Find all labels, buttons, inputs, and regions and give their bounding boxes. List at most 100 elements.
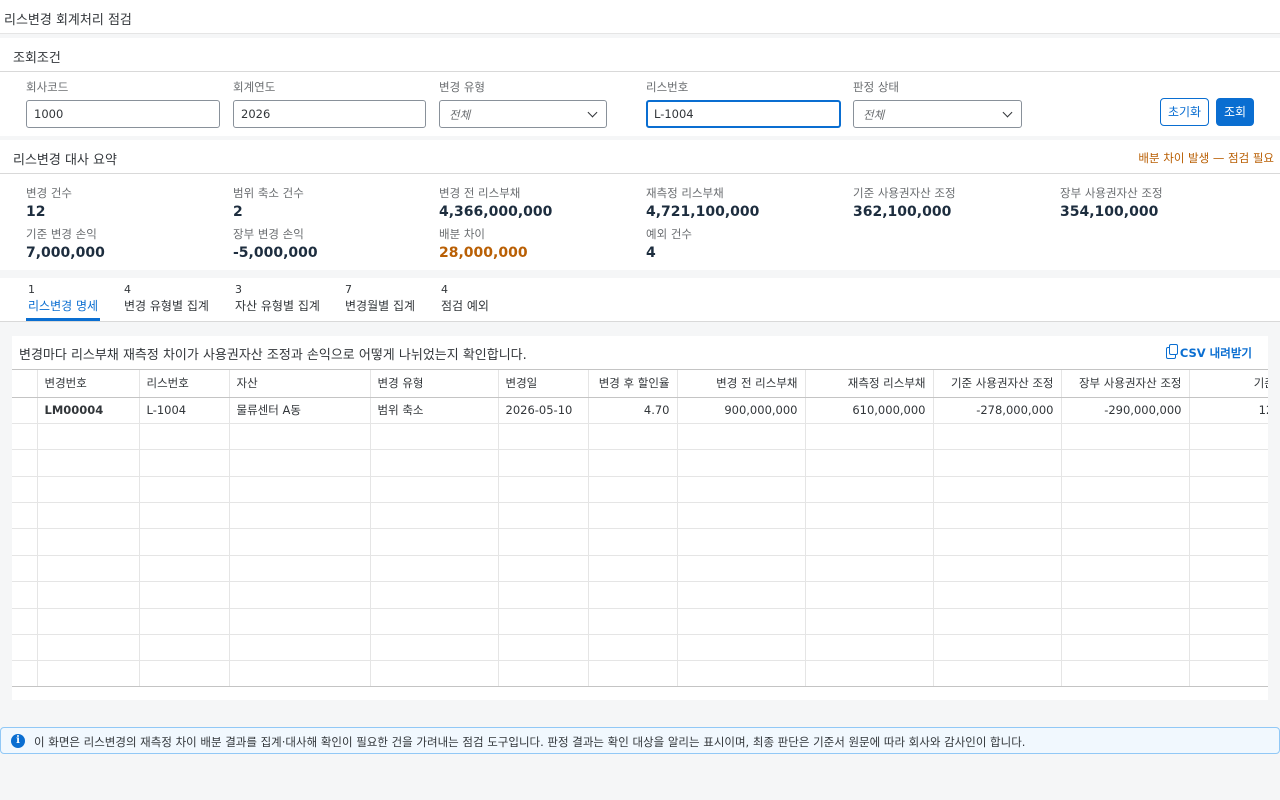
- table-cell: 610,000,000: [805, 397, 934, 424]
- kpi-liability-before: 변경 전 리스부채 4,366,000,000: [439, 185, 552, 220]
- tab-bar: 1 리스변경 명세 4 변경 유형별 집계 3 자산 유형별 집계 7 변경월별…: [0, 278, 1280, 322]
- table-row[interactable]: LM00004 L-1004 물류센터 A동 범위 축소 2026-05-10 …: [12, 397, 1268, 424]
- kpi-value: 362,100,000: [853, 204, 952, 220]
- app-title: 리스변경 회계처리 점검: [4, 13, 132, 28]
- csv-download-label: CSV 내려받기: [1179, 346, 1252, 360]
- reset-button[interactable]: 초기화: [1160, 98, 1209, 126]
- table-cell: L-1004: [139, 397, 230, 424]
- kpi-value: 4,721,100,000: [646, 204, 760, 220]
- table-cell: -278,000,000: [933, 397, 1062, 424]
- tab-exceptions[interactable]: 4 점검 예외: [439, 282, 493, 322]
- column-header[interactable]: 장부 사용권자산 조정: [1061, 370, 1190, 398]
- filter-panel: 조회조건 회사코드 1000 회계연도 2026 변경 유형 전체 리스번호 L…: [0, 38, 1280, 136]
- column-header[interactable]: 기준 사용권자산 조정: [933, 370, 1062, 398]
- tab-count: 3: [235, 283, 242, 296]
- row-selector-header[interactable]: [12, 370, 38, 398]
- tab-active-indicator: [26, 318, 100, 321]
- empty-row: [12, 555, 1268, 583]
- table-cell: 2026-05-10: [498, 397, 589, 424]
- chevron-down-icon: [587, 107, 598, 118]
- company-code-label: 회사코드: [26, 80, 69, 94]
- tab-by-change-month[interactable]: 7 변경월별 집계: [343, 282, 421, 322]
- filter-panel-title: 조회조건: [13, 51, 61, 66]
- kpi-book-gain-loss: 장부 변경 손익 -5,000,000: [233, 226, 318, 261]
- column-header[interactable]: 변경일: [498, 370, 589, 398]
- tab-label: 점검 예외: [441, 299, 489, 313]
- kpi-value: 28,000,000: [439, 245, 528, 261]
- kpi-label: 변경 건수: [26, 186, 72, 200]
- summary-panel: 리스변경 대사 요약 배분 차이 발생 — 점검 필요 변경 건수 12 범위 …: [0, 140, 1280, 270]
- chevron-down-icon: [1002, 107, 1013, 118]
- table-cell: 4.70: [588, 397, 678, 424]
- table-header-row: 변경번호 리스번호 자산 변경 유형 변경일 변경 후 할인율 변경 전 리스부…: [12, 370, 1268, 398]
- tab-by-asset-type[interactable]: 3 자산 유형별 집계: [233, 282, 323, 322]
- kpi-value: -5,000,000: [233, 245, 318, 261]
- tab-label: 자산 유형별 집계: [235, 299, 320, 313]
- kpi-value: 2: [233, 204, 243, 220]
- kpi-change-count: 변경 건수 12: [26, 185, 72, 220]
- tab-lease-change-details[interactable]: 1 리스변경 명세: [26, 282, 100, 322]
- kpi-scope-reduction-count: 범위 축소 건수 2: [233, 185, 304, 220]
- empty-row: [12, 528, 1268, 556]
- kpi-label: 배분 차이: [439, 227, 485, 241]
- table-cell: LM00004: [37, 397, 140, 424]
- tab-label: 변경월별 집계: [345, 299, 416, 313]
- kpi-allocation-difference: 배분 차이 28,000,000: [439, 226, 528, 261]
- kpi-label: 장부 변경 손익: [233, 227, 304, 241]
- table-cell: -290,000,000: [1061, 397, 1190, 424]
- kpi-label: 기준 사용권자산 조정: [853, 186, 956, 200]
- tab-label: 변경 유형별 집계: [124, 299, 209, 313]
- row-selector[interactable]: [12, 397, 38, 424]
- column-header[interactable]: 기준 변경 손익: [1189, 370, 1268, 398]
- change-type-value: 전체: [449, 108, 471, 122]
- status-select[interactable]: 전체: [853, 100, 1022, 128]
- column-header[interactable]: 재측정 리스부채: [805, 370, 934, 398]
- empty-row: [12, 449, 1268, 477]
- copy-icon: [1165, 344, 1178, 359]
- search-button[interactable]: 조회: [1216, 98, 1254, 126]
- empty-row: [12, 634, 1268, 662]
- summary-panel-title: 리스변경 대사 요약: [13, 153, 117, 168]
- lease-number-input[interactable]: L-1004: [646, 100, 841, 128]
- empty-row: [12, 660, 1268, 686]
- table-description: 변경마다 리스부채 재측정 차이가 사용권자산 조정과 손익으로 어떻게 나뉘었…: [19, 348, 527, 363]
- change-details-table: 변경번호 리스번호 자산 변경 유형 변경일 변경 후 할인율 변경 전 리스부…: [12, 369, 1268, 687]
- table-cell: 범위 축소: [370, 397, 499, 424]
- empty-row: [12, 476, 1268, 504]
- allocation-warning: 배분 차이 발생 — 점검 필요: [1138, 151, 1274, 165]
- lease-number-label: 리스번호: [646, 80, 689, 94]
- kpi-label: 기준 변경 손익: [26, 227, 97, 241]
- kpi-standard-gain-loss: 기준 변경 손익 7,000,000: [26, 226, 105, 261]
- company-code-input[interactable]: 1000: [26, 100, 220, 128]
- fiscal-year-label: 회계연도: [233, 80, 276, 94]
- kpi-value: 354,100,000: [1060, 204, 1159, 220]
- change-details-panel: 변경마다 리스부채 재측정 차이가 사용권자산 조정과 손익으로 어떻게 나뉘었…: [12, 336, 1268, 700]
- app-header: 리스변경 회계처리 점검: [0, 0, 1280, 34]
- status-value: 전체: [863, 108, 885, 122]
- tab-count: 1: [28, 283, 35, 296]
- change-type-select[interactable]: 전체: [439, 100, 607, 128]
- info-icon: i: [11, 734, 25, 748]
- info-message-strip: i 이 화면은 리스변경의 재측정 차이 배분 결과를 집계·대사해 확인이 필…: [0, 727, 1280, 754]
- column-header[interactable]: 리스번호: [139, 370, 230, 398]
- kpi-label: 재측정 리스부채: [646, 186, 724, 200]
- change-type-label: 변경 유형: [439, 80, 485, 94]
- kpi-exception-count: 예외 건수 4: [646, 226, 692, 261]
- tab-label: 리스변경 명세: [28, 299, 99, 313]
- column-header[interactable]: 변경 전 리스부채: [677, 370, 806, 398]
- table-cell: 900,000,000: [677, 397, 806, 424]
- csv-download-button[interactable]: CSV 내려받기: [1165, 344, 1252, 361]
- column-header[interactable]: 변경 유형: [370, 370, 499, 398]
- kpi-book-rou-adjustment: 장부 사용권자산 조정 354,100,000: [1060, 185, 1163, 220]
- tab-by-change-type[interactable]: 4 변경 유형별 집계: [122, 282, 212, 322]
- column-header[interactable]: 변경번호: [37, 370, 140, 398]
- empty-row: [12, 502, 1268, 530]
- empty-row: [12, 581, 1268, 609]
- kpi-standard-rou-adjustment: 기준 사용권자산 조정 362,100,000: [853, 185, 956, 220]
- table-cell: 물류센터 A동: [229, 397, 371, 424]
- summary-panel-header: 리스변경 대사 요약 배분 차이 발생 — 점검 필요: [0, 140, 1280, 174]
- tab-count: 7: [345, 283, 352, 296]
- column-header[interactable]: 변경 후 할인율: [588, 370, 678, 398]
- fiscal-year-input[interactable]: 2026: [233, 100, 426, 128]
- column-header[interactable]: 자산: [229, 370, 371, 398]
